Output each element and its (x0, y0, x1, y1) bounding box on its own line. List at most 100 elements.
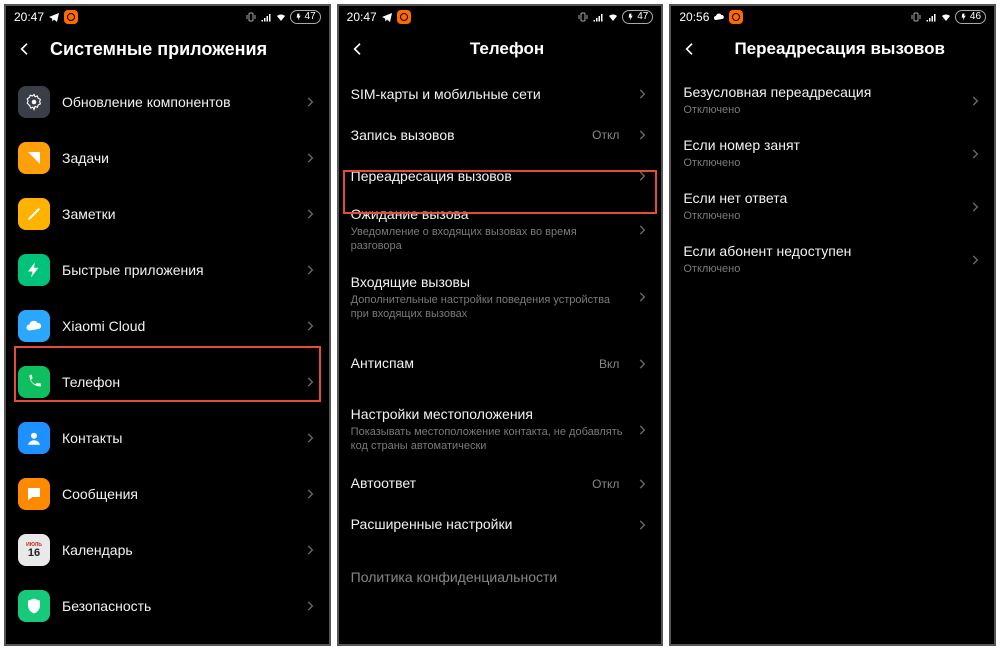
row-sublabel: Отключено (683, 209, 956, 223)
page-title: Телефон (361, 39, 654, 59)
wifi-icon (607, 11, 619, 23)
chevron-right-icon (303, 375, 317, 389)
row-sublabel: Показывать местоположение контакта, не д… (351, 425, 624, 454)
row-contacts[interactable]: Контакты (6, 410, 329, 466)
row-value: Откл (592, 477, 619, 491)
chevron-right-icon (968, 94, 982, 108)
signal-icon (592, 11, 604, 23)
row-label: Запись вызовов (351, 127, 580, 144)
row-location-settings[interactable]: Настройки местоположения Показывать мест… (339, 396, 662, 463)
back-button[interactable] (14, 38, 36, 60)
row-unconditional-forward[interactable]: Безусловная переадресация Отключено (671, 74, 994, 127)
row-antispam[interactable]: Антиспам Вкл (339, 343, 662, 384)
chevron-right-icon (635, 223, 649, 237)
status-time: 20:47 (347, 10, 377, 24)
row-update-components[interactable]: Обновление компонентов (6, 74, 329, 130)
row-auto-answer[interactable]: Автоответ Откл (339, 463, 662, 504)
row-label: Если абонент недоступен (683, 243, 956, 260)
row-label: SIM-карты и мобильные сети (351, 86, 624, 103)
row-xiaomi-cloud[interactable]: Xiaomi Cloud (6, 298, 329, 354)
status-time: 20:56 (679, 10, 709, 24)
app-badge-icon (729, 10, 743, 24)
row-phone[interactable]: Телефон (6, 354, 329, 410)
title-bar: Системные приложения (6, 28, 329, 74)
status-time: 20:47 (14, 10, 44, 24)
chevron-right-icon (635, 423, 649, 437)
chevron-right-icon (303, 263, 317, 277)
battery-indicator: 47 (622, 10, 653, 24)
row-call-waiting[interactable]: Ожидание вызова Уведомление о входящих в… (339, 196, 662, 263)
row-privacy-policy[interactable]: Политика конфиденциальности (339, 557, 662, 598)
chevron-right-icon (635, 87, 649, 101)
row-sim-networks[interactable]: SIM-карты и мобильные сети (339, 74, 662, 115)
contacts-icon (18, 422, 50, 454)
wifi-icon (940, 11, 952, 23)
row-label: Сообщения (62, 486, 291, 503)
screen-call-forwarding: 20:56 46 Переадресация вызовов Безусловн… (669, 4, 996, 646)
battery-indicator: 46 (955, 10, 986, 24)
row-label: Автоответ (351, 475, 580, 492)
row-label: Ожидание вызова (351, 206, 624, 223)
chevron-right-icon (303, 599, 317, 613)
title-bar: Телефон (339, 28, 662, 74)
chevron-right-icon (303, 431, 317, 445)
page-title: Переадресация вызовов (693, 39, 986, 59)
row-label: Календарь (62, 542, 291, 559)
row-label: Расширенные настройки (351, 516, 624, 533)
row-calendar[interactable]: ИЮЛЬ 16 Календарь (6, 522, 329, 578)
chevron-right-icon (635, 518, 649, 532)
chevron-right-icon (635, 477, 649, 491)
row-forward-no-answer[interactable]: Если нет ответа Отключено (671, 180, 994, 233)
row-label: Быстрые приложения (62, 262, 291, 279)
row-call-recording[interactable]: Запись вызовов Откл (339, 115, 662, 156)
row-notes[interactable]: Заметки (6, 186, 329, 242)
title-bar: Переадресация вызовов (671, 28, 994, 74)
battery-indicator: 47 (290, 10, 321, 24)
lightning-icon (18, 254, 50, 286)
page-title: Системные приложения (50, 39, 321, 60)
row-camera[interactable]: Камера (6, 634, 329, 644)
chevron-right-icon (635, 128, 649, 142)
row-label: Безопасность (62, 598, 291, 615)
row-label: Если номер занят (683, 137, 956, 154)
chevron-right-icon (635, 357, 649, 371)
tasks-icon (18, 142, 50, 174)
message-icon (18, 478, 50, 510)
chevron-right-icon (968, 253, 982, 267)
notes-icon (18, 198, 50, 230)
chevron-right-icon (303, 319, 317, 333)
row-value: Откл (592, 128, 619, 142)
row-quick-apps[interactable]: Быстрые приложения (6, 242, 329, 298)
chevron-right-icon (303, 207, 317, 221)
forwarding-list: Безусловная переадресация Отключено Если… (671, 74, 994, 644)
chevron-right-icon (303, 95, 317, 109)
row-call-forwarding[interactable]: Переадресация вызовов (339, 156, 662, 197)
signal-icon (260, 11, 272, 23)
row-sublabel: Дополнительные настройки поведения устро… (351, 293, 624, 322)
vibrate-icon (910, 11, 922, 23)
chevron-right-icon (303, 151, 317, 165)
calendar-icon: ИЮЛЬ 16 (18, 534, 50, 566)
calendar-day: 16 (28, 548, 40, 559)
row-label: Переадресация вызовов (351, 168, 624, 185)
row-label: Безусловная переадресация (683, 84, 956, 101)
signal-icon (925, 11, 937, 23)
row-forward-if-busy[interactable]: Если номер занят Отключено (671, 127, 994, 180)
row-tasks[interactable]: Задачи (6, 130, 329, 186)
row-label: Заметки (62, 206, 291, 223)
row-sublabel: Отключено (683, 103, 956, 117)
row-incoming-calls[interactable]: Входящие вызовы Дополнительные настройки… (339, 264, 662, 331)
row-forward-unreachable[interactable]: Если абонент недоступен Отключено (671, 233, 994, 286)
row-label: Задачи (62, 150, 291, 167)
row-messages[interactable]: Сообщения (6, 466, 329, 522)
row-label: Настройки местоположения (351, 406, 624, 423)
screen-system-apps: 20:47 47 Системные приложения Обновление… (4, 4, 331, 646)
row-label: Обновление компонентов (62, 94, 291, 111)
wifi-icon (275, 11, 287, 23)
row-label: Политика конфиденциальности (351, 569, 650, 586)
row-sublabel: Отключено (683, 262, 956, 276)
row-security[interactable]: Безопасность (6, 578, 329, 634)
row-advanced-settings[interactable]: Расширенные настройки (339, 504, 662, 545)
phone-icon (18, 366, 50, 398)
shield-icon (18, 590, 50, 622)
